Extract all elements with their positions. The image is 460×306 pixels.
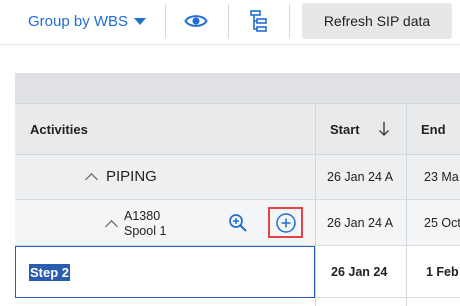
eye-icon[interactable] bbox=[183, 8, 209, 34]
plus-circle-icon bbox=[275, 212, 296, 233]
activity-row-a1380[interactable]: A1380 Spool 1 26 Jan 24 A 25 Oct bbox=[15, 200, 460, 246]
start-date-cell: 26 Jan 24 bbox=[331, 264, 388, 279]
caret-down-icon bbox=[134, 17, 147, 25]
activity-name: Spool 1 bbox=[124, 224, 167, 238]
column-divider bbox=[406, 155, 407, 199]
grid-header-band bbox=[15, 73, 460, 103]
column-divider bbox=[406, 298, 407, 306]
step-name-input[interactable]: Step 2 bbox=[15, 246, 315, 298]
column-divider bbox=[315, 246, 316, 297]
start-date-cell: 26 Jan 24 A bbox=[327, 170, 394, 184]
activity-code: A1380 bbox=[124, 209, 161, 223]
zoom-in-icon[interactable] bbox=[228, 213, 248, 233]
column-header-end[interactable]: End bbox=[421, 104, 460, 154]
column-header-activities[interactable]: Activities bbox=[30, 104, 310, 154]
column-label-activities: Activities bbox=[30, 121, 88, 137]
toolbar-divider bbox=[228, 4, 229, 38]
column-divider bbox=[406, 200, 407, 245]
chevron-up-icon[interactable] bbox=[85, 172, 98, 186]
column-divider bbox=[406, 246, 407, 297]
toolbar: Group by WBS Refresh SIP data bbox=[0, 0, 460, 45]
next-row bbox=[15, 298, 460, 306]
toolbar-divider bbox=[289, 4, 290, 38]
end-date-cell: 1 Feb bbox=[426, 264, 459, 279]
group-by-label: Group by WBS bbox=[28, 12, 129, 30]
column-divider bbox=[315, 155, 316, 199]
group-by-dropdown[interactable]: Group by WBS bbox=[28, 10, 147, 32]
column-header-start[interactable]: Start bbox=[330, 104, 408, 154]
wbs-label: PIPING bbox=[85, 168, 157, 186]
hierarchy-icon[interactable] bbox=[246, 8, 272, 34]
start-date-cell: 26 Jan 24 A bbox=[327, 215, 394, 230]
toolbar-divider bbox=[165, 4, 166, 38]
wbs-row-piping[interactable]: PIPING 26 Jan 24 A 23 Ma bbox=[15, 155, 460, 200]
activities-grid: Activities Start End PIPING 26 Jan 24 A … bbox=[15, 73, 460, 306]
column-divider bbox=[315, 200, 316, 245]
column-divider bbox=[406, 104, 407, 154]
column-divider bbox=[315, 104, 316, 154]
column-label-end: End bbox=[421, 121, 446, 137]
step-row[interactable]: Step 2 26 Jan 24 1 Feb bbox=[15, 246, 460, 298]
refresh-sip-button[interactable]: Refresh SIP data bbox=[302, 3, 452, 39]
end-date-cell: 23 Ma bbox=[424, 170, 459, 184]
wbs-name: PIPING bbox=[106, 168, 157, 185]
chevron-up-icon[interactable] bbox=[105, 220, 118, 233]
step-name-text: Step 2 bbox=[29, 263, 71, 281]
column-label-start: Start bbox=[330, 121, 360, 137]
add-step-button[interactable] bbox=[268, 207, 303, 238]
arrow-down-icon[interactable] bbox=[378, 121, 390, 137]
end-date-cell: 25 Oct bbox=[424, 215, 460, 230]
activity-label: A1380 Spool 1 bbox=[105, 209, 167, 239]
grid-header-row: Activities Start End bbox=[15, 103, 460, 155]
column-divider bbox=[315, 298, 316, 306]
